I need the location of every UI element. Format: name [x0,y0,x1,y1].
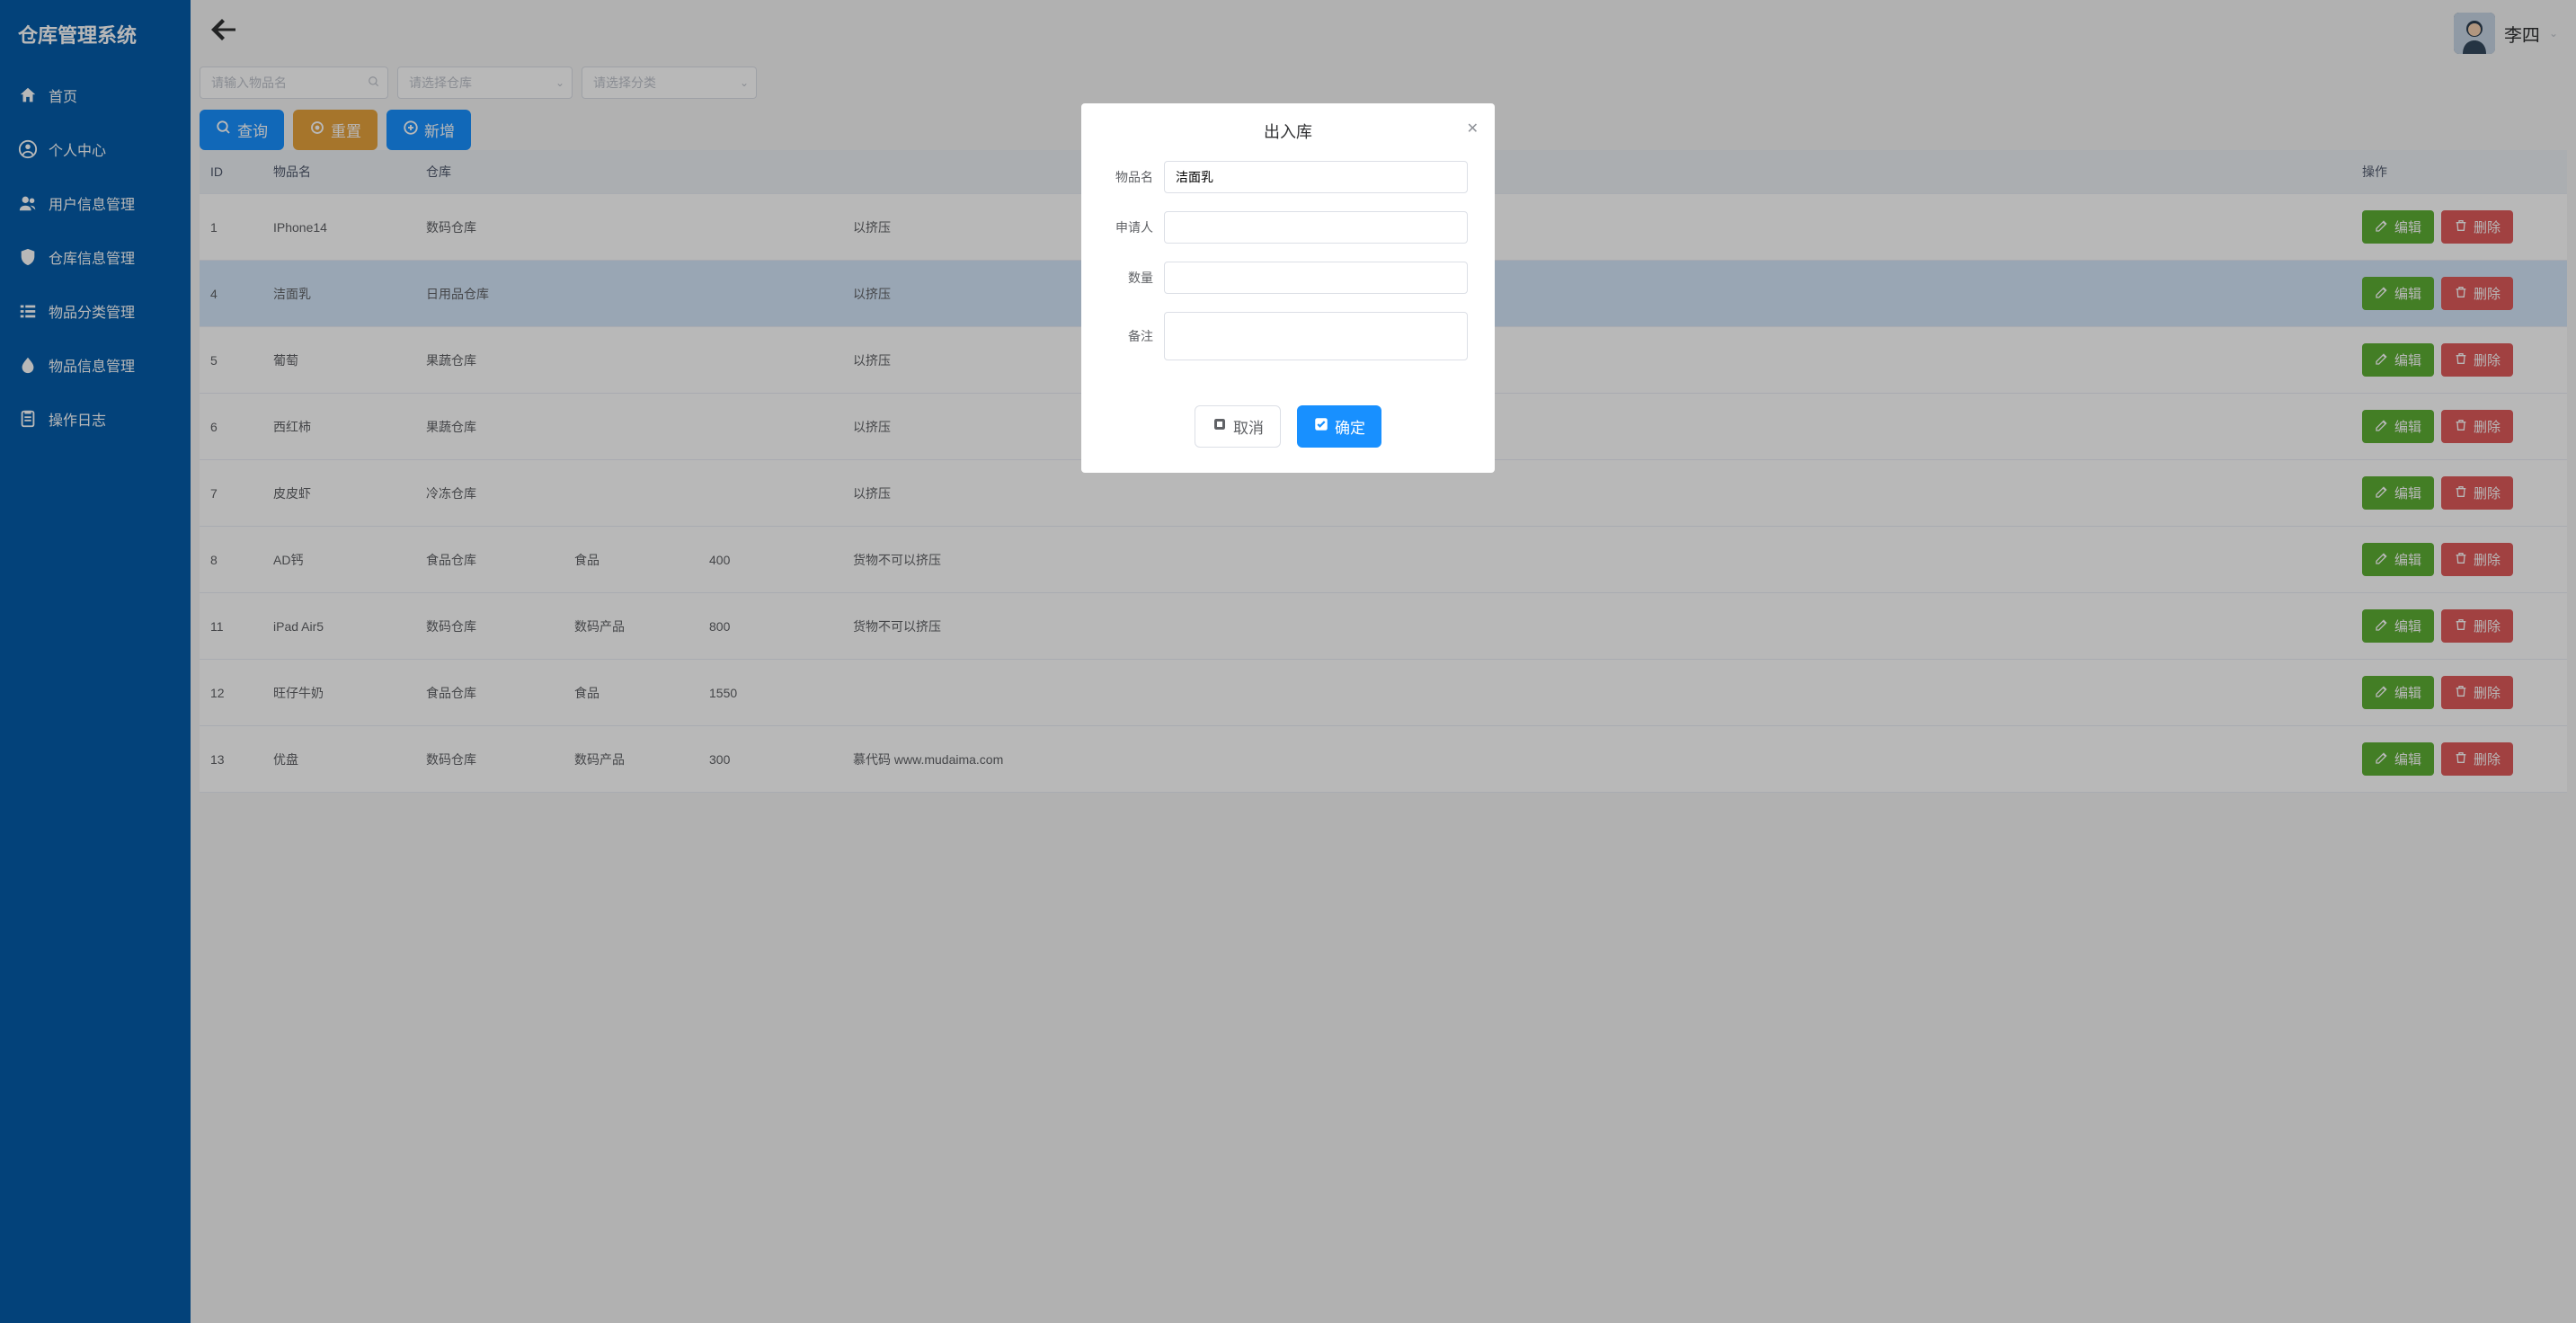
close-icon[interactable]: ✕ [1467,120,1479,138]
input-count[interactable] [1164,262,1468,294]
input-name[interactable] [1164,161,1468,193]
modal-title: 出入库 [1264,123,1312,141]
cancel-button[interactable]: 取消 [1195,405,1281,448]
confirm-button[interactable]: 确定 [1297,405,1381,448]
label-name: 物品名 [1108,168,1164,186]
check-icon [1313,416,1329,437]
label-count: 数量 [1108,269,1164,287]
modal-overlay[interactable]: 出入库 ✕ 物品名 申请人 数量 备注 取消 [0,0,2576,1323]
stock-modal: 出入库 ✕ 物品名 申请人 数量 备注 取消 [1081,103,1495,473]
input-remark[interactable] [1164,312,1468,360]
label-applicant: 申请人 [1108,218,1164,236]
modal-header: 出入库 ✕ [1081,103,1495,152]
stop-icon [1212,416,1228,437]
label-remark: 备注 [1108,327,1164,345]
input-applicant[interactable] [1164,211,1468,244]
